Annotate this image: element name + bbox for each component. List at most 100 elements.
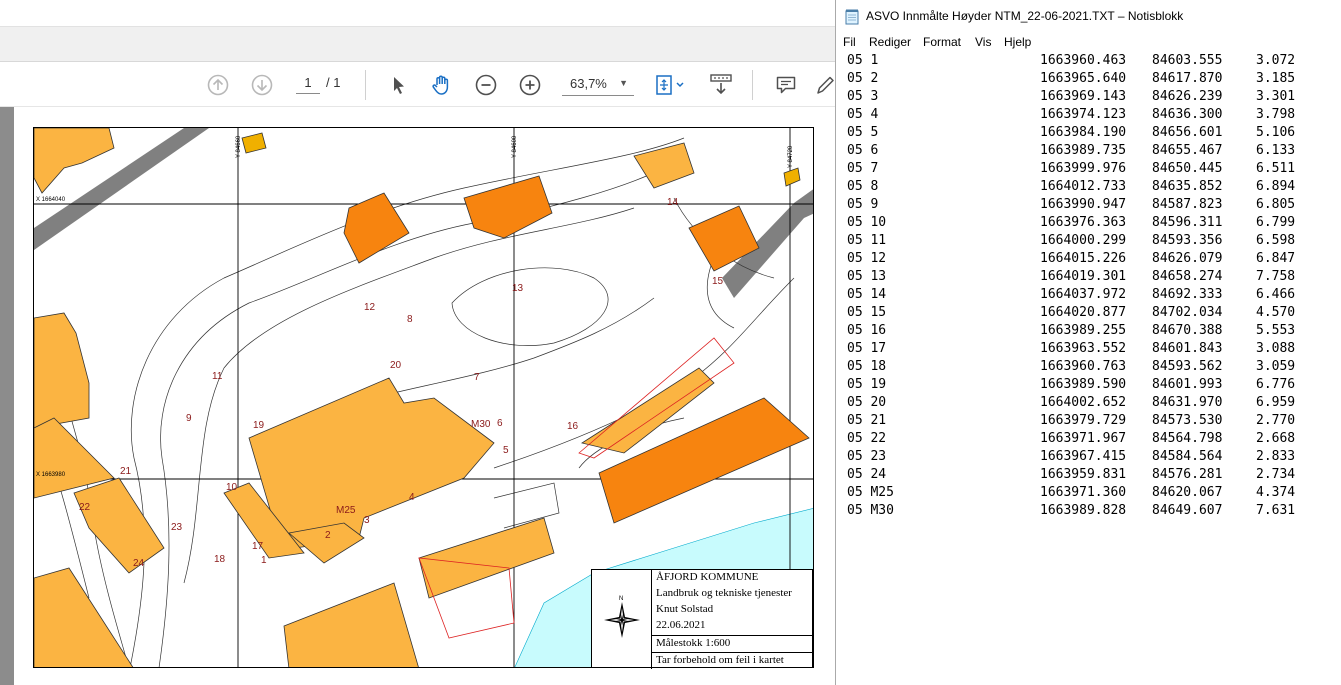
y-coordinate: 84603.555: [1152, 53, 1223, 68]
point-label: 1: [261, 555, 267, 566]
point-id: 05 20: [847, 395, 887, 410]
point-id: 05 7: [847, 161, 879, 176]
y-coordinate: 84626.239: [1152, 89, 1223, 104]
page-number-input[interactable]: [296, 72, 320, 94]
scroll-mode-button[interactable]: [707, 72, 735, 98]
arrow-up-circle-icon: [207, 74, 229, 96]
divider: [652, 635, 814, 636]
menu-view[interactable]: Vis: [975, 35, 991, 49]
y-coordinate: 84658.274: [1152, 269, 1223, 284]
y-coordinate: 84593.356: [1152, 233, 1223, 248]
point-id: 05 24: [847, 467, 887, 482]
zoom-out-button[interactable]: [473, 72, 499, 98]
menu-edit[interactable]: Rediger: [869, 35, 911, 49]
height-value: 4.374: [1256, 485, 1296, 500]
x-coordinate: 1663989.590: [1040, 377, 1127, 392]
point-id: 05 18: [847, 359, 887, 374]
x-coordinate: 1663967.415: [1040, 449, 1127, 464]
x-coordinate: 1663976.363: [1040, 215, 1127, 230]
height-value: 2.770: [1256, 413, 1296, 428]
hand-tool-button[interactable]: [429, 72, 455, 98]
height-value: 6.805: [1256, 197, 1296, 212]
fit-page-button[interactable]: [652, 72, 688, 98]
fit-page-icon: [656, 75, 684, 95]
zoom-in-button[interactable]: [517, 72, 543, 98]
x-coordinate: 1663989.828: [1040, 503, 1127, 518]
height-value: 7.631: [1256, 503, 1296, 518]
scroll-mode-icon: [710, 74, 732, 95]
y-coordinate: 84649.607: [1152, 503, 1223, 518]
org-name: ÅFJORD KOMMUNE: [656, 571, 759, 583]
x-coordinate: 1663971.967: [1040, 431, 1127, 446]
height-value: 6.133: [1256, 143, 1296, 158]
point-id: 05 19: [847, 377, 887, 392]
x-coordinate: 1664002.652: [1040, 395, 1127, 410]
compass: N: [592, 570, 652, 669]
height-value: 3.301: [1256, 89, 1296, 104]
next-page-button[interactable]: [249, 72, 275, 98]
point-id: 05 22: [847, 431, 887, 446]
grid-label: Y 84660: [236, 135, 242, 158]
height-value: 6.959: [1256, 395, 1296, 410]
height-value: 6.799: [1256, 215, 1296, 230]
grid-label: X 1663980: [36, 472, 66, 478]
point-id: 05 21: [847, 413, 887, 428]
point-label: 18: [214, 554, 226, 565]
x-coordinate: 1664019.301: [1040, 269, 1127, 284]
point-label: 11: [212, 371, 223, 382]
point-label: 4: [409, 492, 415, 503]
department: Landbruk og tekniske tjenester: [656, 587, 792, 599]
point-id: 05 10: [847, 215, 887, 230]
divider: [652, 652, 814, 653]
point-label: 5: [503, 445, 509, 456]
y-coordinate: 84573.530: [1152, 413, 1223, 428]
prev-page-button[interactable]: [205, 72, 231, 98]
point-label: 12: [364, 302, 376, 313]
height-value: 5.106: [1256, 125, 1296, 140]
y-coordinate: 84655.467: [1152, 143, 1223, 158]
grid-label: Y 84600: [512, 135, 518, 158]
pen-icon: [817, 76, 834, 94]
x-coordinate: 1663960.763: [1040, 359, 1127, 374]
menu-format[interactable]: Format: [923, 35, 961, 49]
point-label: 14: [667, 197, 679, 208]
zoom-select[interactable]: 63,7% ▼: [562, 72, 634, 96]
y-coordinate: 84576.281: [1152, 467, 1223, 482]
notepad-titlebar[interactable]: ASVO Innmålte Høyder NTM_22-06-2021.TXT …: [836, 0, 1341, 32]
author: Knut Solstad: [656, 603, 714, 615]
y-coordinate: 84620.067: [1152, 485, 1223, 500]
comment-icon: [776, 76, 796, 94]
point-label: M30: [471, 419, 491, 430]
pointer-icon: [394, 77, 404, 94]
pdf-tab-bar: [0, 26, 835, 62]
point-label: 7: [474, 372, 480, 383]
point-id: 05 M25: [847, 485, 894, 500]
y-coordinate: 84702.034: [1152, 305, 1223, 320]
point-id: 05 M30: [847, 503, 894, 518]
point-label: 6: [497, 418, 503, 429]
y-coordinate: 84617.870: [1152, 71, 1223, 86]
height-value: 6.511: [1256, 161, 1296, 176]
y-coordinate: 84596.311: [1152, 215, 1223, 230]
menu-file[interactable]: Fil: [843, 35, 856, 49]
y-coordinate: 84601.993: [1152, 377, 1223, 392]
window-title: ASVO Innmålte Høyder NTM_22-06-2021.TXT …: [866, 9, 1184, 23]
select-tool-button[interactable]: [388, 72, 410, 98]
map-title-block: N ÅFJORD KOMMUNE Landbruk og tekniske tj…: [591, 569, 814, 669]
x-coordinate: 1663989.735: [1040, 143, 1127, 158]
text-editor[interactable]: 05 1 1663960.463 84603.555 3.072 05 2 1663965…: [836, 53, 1341, 685]
y-coordinate: 84636.300: [1152, 107, 1223, 122]
chevron-down-icon: ▼: [619, 78, 628, 88]
x-coordinate: 1663979.729: [1040, 413, 1127, 428]
comment-button[interactable]: [773, 72, 799, 98]
grid-label: X 1664040: [36, 197, 66, 203]
height-value: 4.570: [1256, 305, 1296, 320]
toolbar-separator: [752, 70, 753, 100]
zoom-value: 63,7%: [570, 76, 607, 91]
y-coordinate: 84656.601: [1152, 125, 1223, 140]
pen-button[interactable]: [815, 72, 835, 98]
x-coordinate: 1664037.972: [1040, 287, 1127, 302]
point-id: 05 11: [847, 233, 887, 248]
hand-icon: [432, 75, 449, 95]
menu-help[interactable]: Hjelp: [1004, 35, 1031, 49]
